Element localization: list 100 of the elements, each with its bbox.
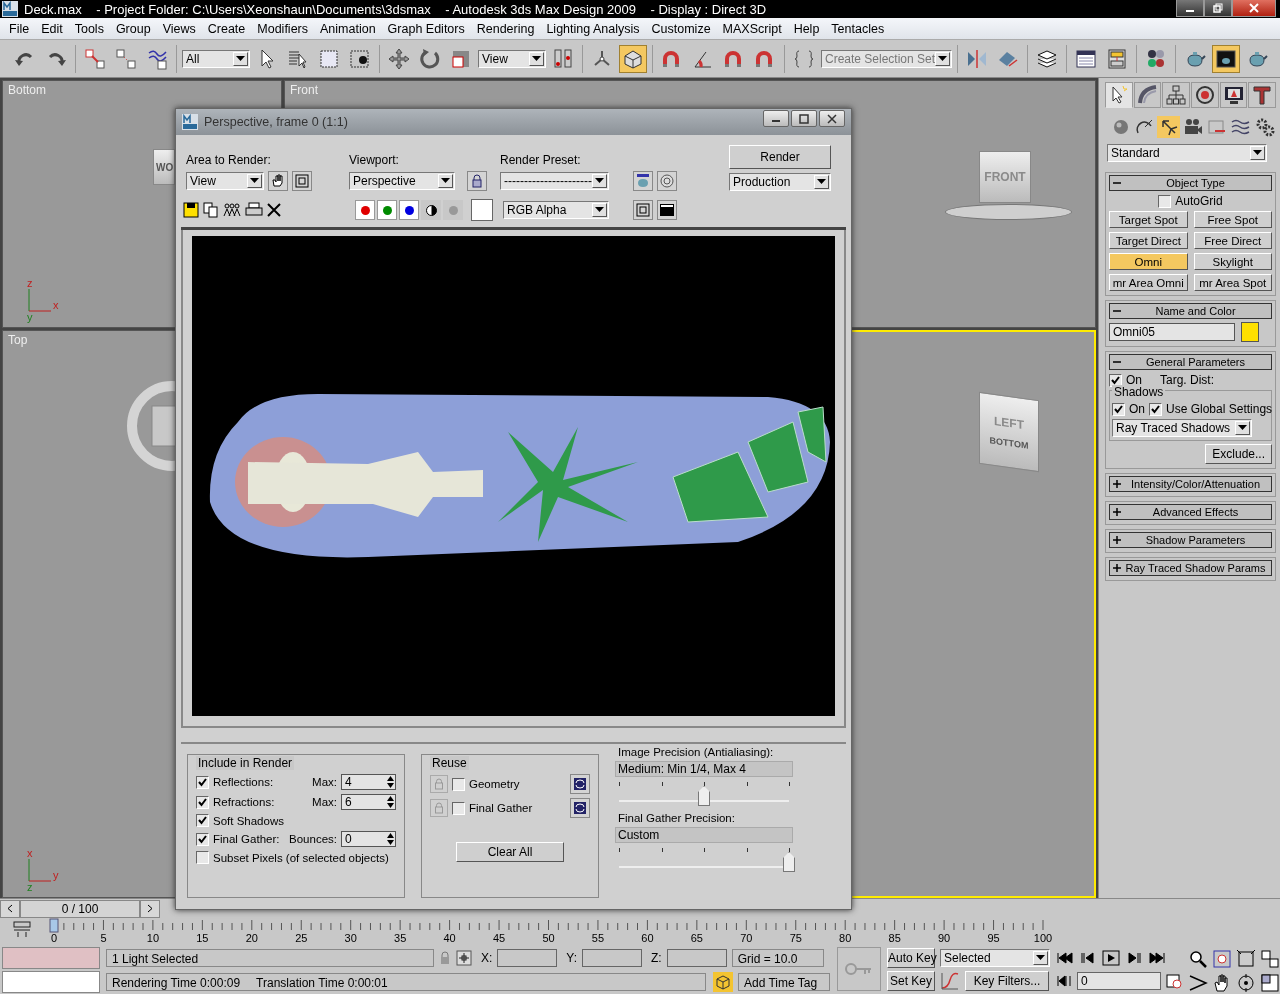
category-button[interactable] [1157,116,1180,138]
minimize-button[interactable] [1176,0,1204,17]
set-key-button[interactable]: Set Key [887,971,935,991]
play-icon[interactable] [1102,950,1120,966]
zoom-extents-icon[interactable] [1236,949,1256,969]
dropdown[interactable]: View [478,49,546,68]
light-type-button[interactable]: Target Direct [1109,232,1188,249]
menu-item[interactable]: Group [109,21,157,36]
checkbox[interactable] [196,775,209,789]
menu-item[interactable]: Rendering [470,21,541,36]
coordinate-field[interactable] [666,949,727,967]
dropdown[interactable]: Ray Traced Shadows [1112,419,1252,437]
spinner-field[interactable]: 4 [341,774,396,790]
viewcube[interactable]: LEFT BOTTOM [979,391,1039,473]
next-frame-button[interactable] [140,899,160,918]
render-setup-button[interactable] [632,171,653,191]
go-to-end-icon[interactable] [1148,951,1166,965]
absolute-mode-icon[interactable] [456,950,472,966]
track-bar-icon[interactable] [12,920,32,938]
checkbox[interactable] [1158,194,1172,208]
time-slider-thumb[interactable]: 0 / 100 [20,899,140,918]
save-icon[interactable] [183,202,199,218]
menu-item[interactable]: Animation [314,21,382,36]
light-type-button[interactable]: mr Area Omni [1109,274,1188,291]
time-config-icon[interactable] [1166,973,1182,989]
name-field[interactable]: Omni05 [1109,323,1235,341]
key-filters-button[interactable]: Key Filters... [965,971,1049,991]
clear-all-button[interactable]: Clear All [456,842,564,862]
light-type-button[interactable]: Target Spot [1109,211,1188,228]
menu-item[interactable]: Customize [645,21,717,36]
dropdown[interactable]: All [182,49,250,68]
close-button[interactable] [1232,0,1276,17]
restore-button[interactable] [1204,0,1232,17]
spinner-up-icon[interactable] [386,775,395,782]
menu-item[interactable]: Tools [68,21,110,36]
rollout-header[interactable]: Name and Color [1109,303,1272,319]
rollout-header[interactable]: Ray Traced Shadow Params [1109,560,1272,576]
zoom-extents-all-icon[interactable] [1260,949,1280,969]
checkbox[interactable] [196,832,209,846]
menu-item[interactable]: Graph Editors [381,21,471,36]
spinner-up-icon[interactable] [386,795,395,802]
checkbox[interactable] [196,795,209,809]
key-mode-icon[interactable] [1056,974,1072,988]
lock-viewport-button[interactable] [467,171,487,191]
light-type-button[interactable]: mr Area Spot [1193,274,1272,291]
coordinate-field[interactable] [582,949,643,967]
current-frame-field[interactable]: 0 [1077,972,1161,990]
light-type-button[interactable]: Skylight [1193,253,1272,270]
light-type-button[interactable]: Omni [1109,253,1188,270]
rollout-header[interactable]: Object Type [1109,175,1272,191]
menu-item[interactable]: Lighting Analysis [540,21,646,36]
print-icon[interactable] [245,202,263,218]
dropdown[interactable]: Create Selection Set [821,49,953,68]
dropdown[interactable]: Perspective [349,172,455,190]
rollout-header[interactable]: General Parameters [1109,354,1272,370]
spinner-down-icon[interactable] [386,839,395,846]
minimize-button[interactable] [763,110,789,127]
menu-item[interactable]: Create [201,21,252,36]
spinner-field[interactable]: 0 [341,831,396,847]
zoom-all-icon[interactable] [1212,949,1232,969]
checkbox[interactable] [1112,402,1125,416]
copy-icon[interactable] [203,202,219,218]
orbit-icon[interactable] [1236,972,1256,993]
previous-frame-button[interactable] [0,899,20,918]
auto-region-button[interactable] [292,171,312,191]
light-type-button[interactable]: Free Spot [1193,211,1272,228]
script-listener-field[interactable] [2,947,100,969]
light-type-button[interactable]: Free Direct [1193,232,1272,249]
tangent-curve-icon[interactable] [940,971,960,991]
clear-icon[interactable] [267,203,281,217]
checkbox[interactable] [196,851,209,864]
menu-item[interactable]: Tentacles [825,21,891,36]
rollout-header[interactable]: Intensity/Color/Attenuation [1109,476,1272,492]
go-to-start-icon[interactable] [1056,951,1074,965]
checkbox[interactable] [1149,402,1162,416]
toggle-ui-button[interactable] [657,200,677,220]
next-frame-icon[interactable] [1125,951,1143,965]
spinner-down-icon[interactable] [386,782,395,789]
checkbox[interactable] [452,777,465,791]
environment-button[interactable] [656,171,677,191]
current-frame-marker[interactable] [49,918,59,933]
dropdown[interactable]: View [186,172,264,190]
viewcube[interactable]: WO [153,149,175,185]
channel-toggle[interactable] [399,200,419,220]
monochrome-toggle[interactable] [421,200,441,220]
spinner-field[interactable]: 6 [341,794,396,810]
dropdown[interactable]: Production [729,173,831,191]
maximize-viewport-icon[interactable] [1260,972,1280,993]
menu-item[interactable]: MAXScript [716,21,788,36]
add-time-tag[interactable]: Add Time Tag [738,973,830,991]
close-button[interactable] [819,110,845,127]
dropdown[interactable]: Standard [1107,144,1267,162]
checkbox[interactable] [196,814,209,827]
spinner-up-icon[interactable] [386,832,395,839]
dropdown[interactable]: ---------------------- [500,172,609,190]
menu-item[interactable]: Modifiers [251,21,314,36]
menu-item[interactable]: Views [156,21,202,36]
refresh-button[interactable] [570,798,590,818]
dropdown[interactable]: Selected [940,949,1050,967]
rollout-header[interactable]: Shadow Parameters [1109,532,1272,548]
